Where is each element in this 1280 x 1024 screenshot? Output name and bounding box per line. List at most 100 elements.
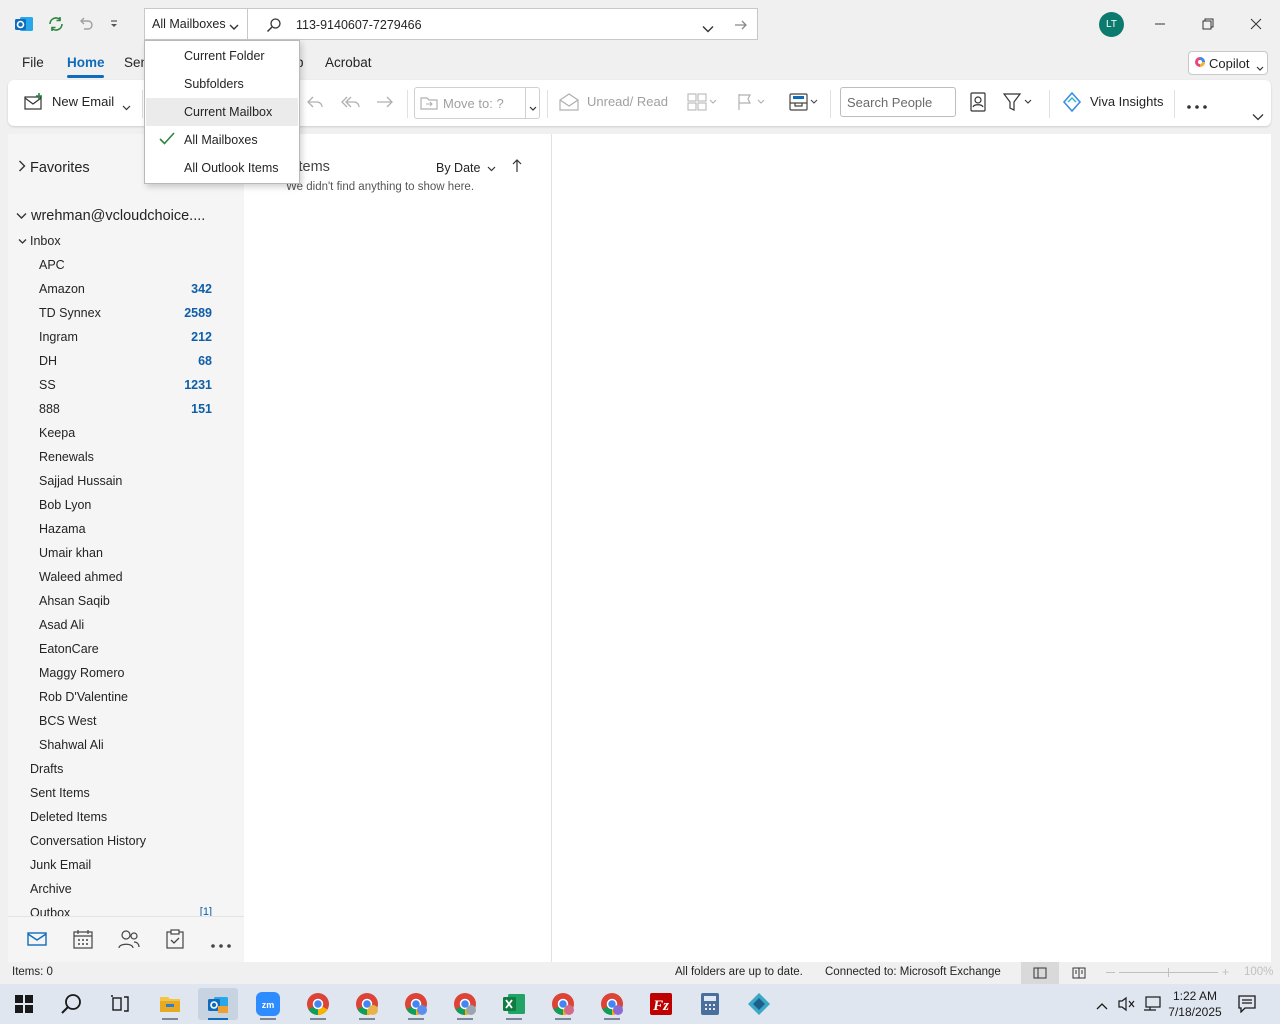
close-button[interactable] (1232, 0, 1280, 48)
zoom-in-icon[interactable]: + (1222, 965, 1229, 979)
excel-taskbar-icon[interactable] (494, 988, 534, 1020)
search-input[interactable]: 113-9140607-7279466 (296, 18, 422, 32)
sort-direction-arrow-icon[interactable] (512, 159, 522, 176)
menu-item-current-mailbox[interactable]: Current Mailbox (146, 98, 298, 126)
folder-item[interactable]: EatonCare (8, 642, 244, 662)
folder-item[interactable]: Renewals (8, 450, 244, 470)
outlook-taskbar-icon[interactable] (198, 988, 238, 1020)
search-scope-dropdown[interactable]: All Mailboxes (144, 8, 247, 40)
reply-all-icon[interactable] (341, 94, 361, 113)
reading-view-icon[interactable] (1072, 967, 1086, 982)
normal-view-button[interactable] (1021, 962, 1059, 984)
volume-muted-icon[interactable] (1118, 996, 1136, 1015)
flag-icon[interactable] (737, 93, 767, 114)
folder-item[interactable]: Asad Ali (8, 618, 244, 638)
viva-insights-button[interactable]: Viva Insights (1090, 94, 1163, 109)
people-icon[interactable] (118, 929, 140, 952)
notifications-icon[interactable] (1238, 995, 1256, 1016)
clock[interactable]: 1:22 AM 7/18/2025 (1164, 988, 1226, 1020)
calculator-taskbar-icon[interactable] (690, 988, 730, 1020)
folder-item[interactable]: APC (8, 258, 244, 278)
folder-item[interactable]: Keepa (8, 426, 244, 446)
folder-item[interactable]: Hazama (8, 522, 244, 542)
sync-icon[interactable] (46, 14, 66, 34)
mail-icon[interactable] (27, 931, 47, 950)
folder-item[interactable]: Rob D'Valentine (8, 690, 244, 710)
folder-item[interactable]: BCS West (8, 714, 244, 734)
archive-icon[interactable] (788, 92, 820, 115)
copilot-button[interactable]: Copilot (1188, 51, 1268, 75)
restore-button[interactable] (1184, 0, 1232, 48)
undo-icon[interactable] (76, 14, 96, 34)
new-email-button[interactable]: New Email (52, 94, 114, 109)
folder-item[interactable]: SS 1231 (8, 378, 244, 398)
forward-icon[interactable] (376, 94, 394, 113)
search-people-input[interactable]: Search People (840, 87, 956, 117)
tab-acrobat[interactable]: Acrobat (325, 55, 372, 70)
ribbon-expand-icon[interactable] (1252, 109, 1264, 124)
search-go-arrow-icon[interactable] (734, 18, 748, 35)
folder-item[interactable]: Archive (8, 882, 244, 902)
folder-item[interactable]: Ahsan Saqib (8, 594, 244, 614)
start-button[interactable] (4, 988, 44, 1020)
folder-item[interactable]: Outbox [1] (8, 906, 244, 916)
favorites-header[interactable]: Favorites (18, 160, 90, 176)
minimize-button[interactable] (1136, 0, 1184, 48)
tasks-icon[interactable] (166, 929, 184, 952)
folder-item[interactable]: TD Synnex 2589 (8, 306, 244, 326)
folder-inbox[interactable]: Inbox (18, 234, 61, 248)
move-to-dropdown[interactable]: Move to: ? (414, 87, 540, 119)
chrome-profile-taskbar-icon[interactable] (445, 988, 485, 1020)
search-options-chevron-icon[interactable] (702, 21, 714, 36)
tab-file[interactable]: File (22, 55, 44, 70)
folder-item[interactable]: Amazon 342 (8, 282, 244, 302)
folder-item[interactable]: 888 151 (8, 402, 244, 422)
file-explorer-icon[interactable] (150, 988, 190, 1020)
more-apps-icon[interactable] (210, 937, 232, 952)
chrome-profile-taskbar-icon[interactable] (396, 988, 436, 1020)
zoom-slider-thumb[interactable] (1168, 968, 1169, 977)
folder-item[interactable]: Ingram 212 (8, 330, 244, 350)
avatar[interactable]: LT (1099, 12, 1124, 37)
app-diamond-taskbar-icon[interactable] (739, 988, 779, 1020)
menu-item-current-folder[interactable]: Current Folder (146, 42, 298, 70)
folder-item[interactable]: Bob Lyon (8, 498, 244, 518)
account-header[interactable]: wrehman@vcloudchoice.... (16, 208, 205, 224)
calendar-icon[interactable] (73, 929, 93, 952)
folder-item[interactable]: Conversation History (8, 834, 244, 854)
show-hidden-icons-icon[interactable] (1096, 998, 1108, 1013)
folder-item[interactable]: Maggy Romero (8, 666, 244, 686)
menu-item-all-outlook-items[interactable]: All Outlook Items (146, 154, 298, 182)
folder-item[interactable]: Shahwal Ali (8, 738, 244, 758)
menu-item-subfolders[interactable]: Subfolders (146, 70, 298, 98)
folder-item[interactable]: Junk Email (8, 858, 244, 878)
zoom-taskbar-icon[interactable]: zm (248, 988, 288, 1020)
unread-read-button[interactable]: Unread/ Read (587, 94, 668, 109)
new-email-dropdown-icon[interactable] (122, 99, 131, 114)
task-view-icon[interactable] (100, 988, 140, 1020)
folder-item[interactable]: Sajjad Hussain (8, 474, 244, 494)
network-icon[interactable] (1143, 996, 1161, 1015)
more-options-icon[interactable] (1186, 98, 1208, 113)
search-box[interactable]: 113-9140607-7279466 (247, 8, 758, 40)
customize-toolbar-icon[interactable] (104, 14, 124, 34)
tab-home[interactable]: Home (67, 55, 105, 70)
folder-item[interactable]: Umair khan (8, 546, 244, 566)
chrome-profile-taskbar-icon[interactable] (347, 988, 387, 1020)
filezilla-taskbar-icon[interactable]: Fz (641, 988, 681, 1020)
categorize-icon[interactable] (687, 93, 719, 114)
filter-email-icon[interactable] (1002, 92, 1035, 115)
chrome-profile-taskbar-icon[interactable] (543, 988, 583, 1020)
menu-item-all-mailboxes[interactable]: All Mailboxes (146, 126, 298, 154)
chrome-profile-taskbar-icon[interactable] (592, 988, 632, 1020)
zoom-out-button[interactable] (1106, 972, 1115, 973)
folder-item[interactable]: DH 68 (8, 354, 244, 374)
reply-icon[interactable] (306, 94, 324, 113)
folder-item[interactable]: Drafts (8, 762, 244, 782)
taskbar-search-icon[interactable] (52, 988, 92, 1020)
chrome-taskbar-icon[interactable] (298, 988, 338, 1020)
sort-by-dropdown[interactable]: By Date (436, 161, 496, 175)
address-book-icon[interactable] (969, 92, 987, 115)
folder-item[interactable]: Sent Items (8, 786, 244, 806)
folder-item[interactable]: Deleted Items (8, 810, 244, 830)
